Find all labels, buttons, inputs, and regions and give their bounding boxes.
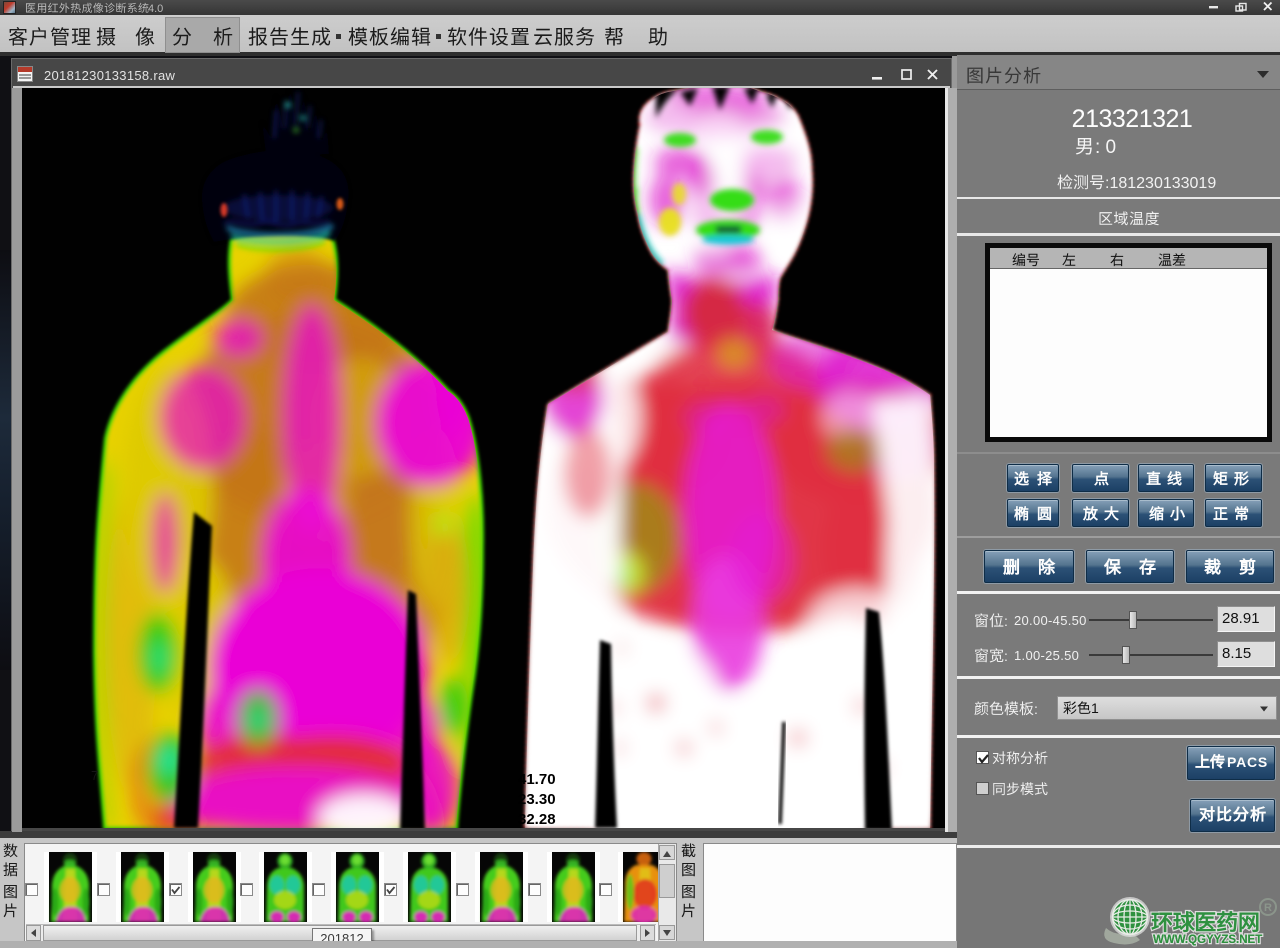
svg-text:7: 7 — [91, 768, 98, 783]
svg-text:41.70: 41.70 — [518, 771, 556, 788]
svg-text:R: R — [1264, 902, 1272, 914]
svg-text:32.28: 32.28 — [518, 811, 556, 828]
svg-text:23.30: 23.30 — [518, 791, 556, 808]
